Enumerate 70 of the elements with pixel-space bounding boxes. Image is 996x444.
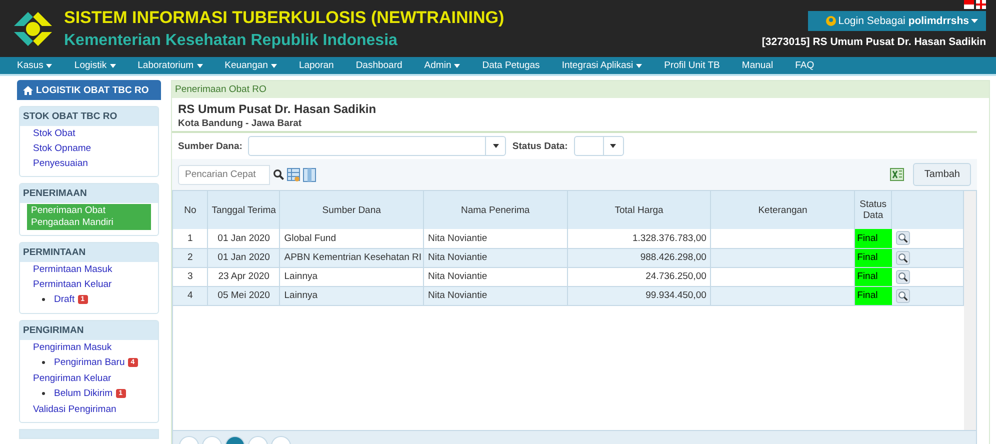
table-cell: 1.328.376.783,00 bbox=[567, 229, 711, 248]
sidebar-link[interactable]: Pengiriman Keluar bbox=[29, 372, 151, 386]
facility-name: RS Umum Pusat Dr. Hasan Sadikin bbox=[178, 102, 378, 116]
nav-menu-item[interactable]: Laporan bbox=[288, 60, 345, 71]
table-cell: Nita Noviantie bbox=[423, 267, 568, 286]
unit-name: [3273015] RS Umum Pusat Dr. Hasan Sadikin bbox=[762, 36, 986, 48]
panel-heading: STOK OBAT TBC RO bbox=[20, 107, 158, 126]
search-field[interactable]: Pencarian Cepat bbox=[178, 164, 270, 184]
sidebar-link[interactable]: Stok Obat bbox=[29, 127, 151, 141]
table-cell: Global Fund bbox=[280, 229, 424, 248]
table-cell: 23 Apr 2020 bbox=[208, 267, 280, 286]
nav-menu-item[interactable]: Dashboard bbox=[344, 60, 414, 71]
sidebar-link[interactable]: Draft bbox=[54, 294, 75, 305]
table-cell: 05 Mei 2020 bbox=[208, 286, 280, 305]
system-title: SISTEM INFORMASI TUBERKULOSIS (NEWTRAINING) bbox=[64, 8, 506, 28]
filter-label: Status Data: bbox=[512, 140, 568, 152]
status-cell: Final bbox=[854, 286, 892, 305]
nav-menu-item[interactable]: Laboratorium bbox=[126, 60, 214, 71]
sidebar-link[interactable]: Permintaan Keluar bbox=[29, 278, 151, 292]
sidebar-link[interactable]: Permintaan Masuk bbox=[29, 263, 151, 277]
panel-heading: PENGIRIMAN bbox=[20, 321, 158, 340]
table-cell: Lainnya bbox=[280, 286, 424, 305]
table-cell: Lainnya bbox=[280, 267, 424, 286]
login-dropdown[interactable]: Login Sebagai polimdrrshs bbox=[808, 11, 986, 31]
sidebar-link[interactable]: Pengiriman Masuk bbox=[29, 341, 151, 355]
sidebar-link[interactable]: Stok Opname bbox=[29, 142, 151, 156]
column-header[interactable]: Keterangan bbox=[710, 191, 855, 229]
nav-menu-item[interactable]: Kasus bbox=[6, 60, 64, 71]
column-header[interactable]: Nama Penerima bbox=[423, 191, 568, 229]
table-cell: APBN Kementrian Kesehatan RI bbox=[280, 248, 424, 267]
column-header[interactable]: No bbox=[173, 191, 208, 229]
table-cell: Nita Noviantie bbox=[423, 286, 568, 305]
panel-heading: PENERIMAAN bbox=[20, 184, 158, 203]
sidebar-link[interactable]: Belum Dikirim bbox=[54, 388, 113, 399]
column-header[interactable]: Tanggal Terima bbox=[208, 191, 280, 229]
add-button[interactable]: Tambah bbox=[913, 163, 971, 186]
table-cell: 1 bbox=[173, 229, 208, 248]
status-cell: Final bbox=[854, 248, 892, 267]
nav-menu-item[interactable]: Keuangan bbox=[214, 60, 288, 71]
breadcrumb: Penerimaan Obat RO bbox=[172, 81, 989, 98]
table-cell: Nita Noviantie bbox=[423, 248, 568, 267]
sidebar-title: LOGISTIK OBAT TBC RO bbox=[36, 84, 149, 96]
nav-menu-item[interactable]: Manual bbox=[730, 60, 784, 71]
column-header[interactable]: Total Harga bbox=[567, 191, 711, 229]
panel-heading: PERMINTAAN bbox=[20, 243, 158, 262]
column-header[interactable]: Sumber Dana bbox=[280, 191, 424, 229]
nav-menu-item[interactable]: Logistik bbox=[63, 60, 127, 71]
table-cell: Nita Noviantie bbox=[423, 229, 568, 248]
table-cell: 988.426.298,00 bbox=[567, 248, 711, 267]
column-header[interactable]: Status Data bbox=[854, 191, 892, 229]
table-cell: 24.736.250,00 bbox=[567, 267, 711, 286]
sidebar-link[interactable]: Validasi Pengiriman bbox=[29, 403, 151, 417]
nav-menu-item[interactable]: Data Petugas bbox=[471, 60, 551, 71]
ministry-subtitle: Kementerian Kesehatan Republik Indonesia bbox=[64, 32, 398, 50]
table-cell: 01 Jan 2020 bbox=[208, 248, 280, 267]
nav-menu-item[interactable]: FAQ bbox=[784, 60, 826, 71]
sidebar-link[interactable]: Penyesuaian bbox=[29, 157, 151, 171]
nav-menu-item[interactable]: Integrasi Aplikasi bbox=[550, 60, 654, 71]
table-cell: 2 bbox=[173, 248, 208, 267]
filter-label: Sumber Dana: bbox=[178, 140, 242, 152]
facility-location: Kota Bandung - Jawa Barat bbox=[178, 118, 303, 129]
table-cell: 01 Jan 2020 bbox=[208, 229, 280, 248]
nav-menu-item[interactable]: Admin bbox=[413, 60, 472, 71]
table-cell: 3 bbox=[173, 267, 208, 286]
nav-menu-item[interactable]: Profil Unit TB bbox=[653, 60, 731, 71]
sidebar-link[interactable]: Pengiriman Baru bbox=[54, 357, 125, 368]
status-cell: Final bbox=[854, 267, 892, 286]
table-cell: 4 bbox=[173, 286, 208, 305]
status-cell: Final bbox=[854, 229, 892, 248]
table-cell: 99.934.450,00 bbox=[567, 286, 711, 305]
